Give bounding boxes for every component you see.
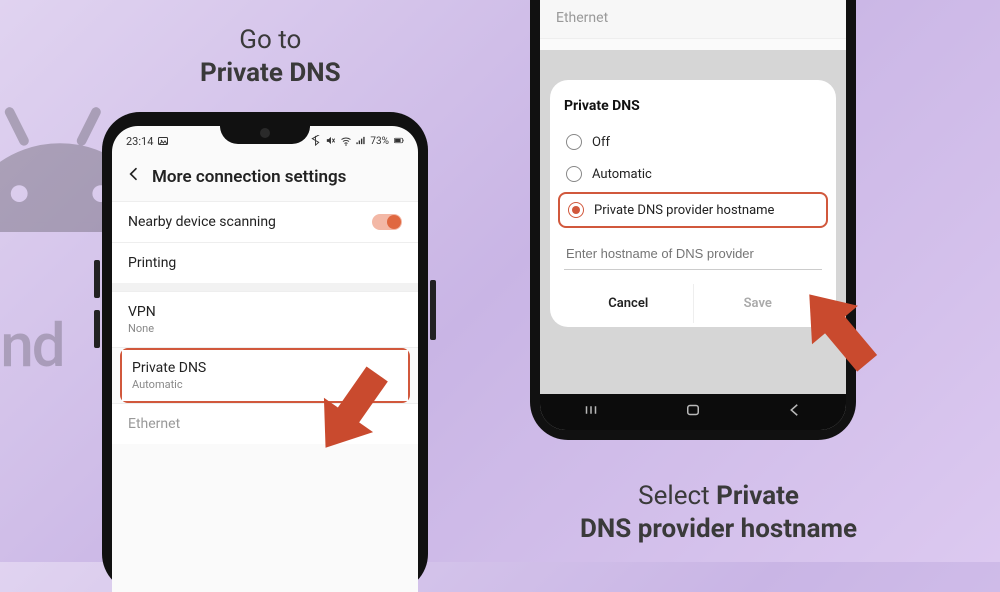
back-icon[interactable] bbox=[126, 166, 142, 187]
battery-icon bbox=[392, 135, 404, 147]
arrow-left bbox=[288, 352, 418, 472]
radio-off-label: Off bbox=[592, 135, 610, 150]
battery-text: 73% bbox=[370, 136, 389, 147]
row-printing-label: Printing bbox=[128, 255, 176, 271]
volume-up-button bbox=[94, 260, 100, 298]
volume-down-button bbox=[94, 310, 100, 348]
radio-off-circle[interactable] bbox=[566, 134, 582, 150]
caption-left-line2: Private DNS bbox=[200, 58, 341, 88]
caption-right-line2: DNS provider hostname bbox=[580, 514, 857, 544]
radio-auto-circle[interactable] bbox=[566, 166, 582, 182]
wifi-icon bbox=[340, 135, 352, 147]
row-vpn-label: VPN bbox=[128, 304, 156, 320]
cancel-button[interactable]: Cancel bbox=[564, 284, 693, 323]
row-vpn-sub: None bbox=[128, 322, 156, 335]
behind-row-ethernet: Ethernet bbox=[540, 0, 846, 39]
power-button bbox=[430, 280, 436, 340]
section-gap bbox=[112, 283, 418, 291]
settings-header: More connection settings bbox=[112, 150, 418, 201]
toggle-nearby[interactable] bbox=[372, 214, 402, 230]
row-private-dns-label: Private DNS bbox=[132, 360, 206, 376]
header-title: More connection settings bbox=[152, 167, 346, 187]
caption-right-line1a: Select bbox=[638, 481, 716, 511]
radio-auto-label: Automatic bbox=[592, 167, 652, 182]
row-vpn[interactable]: VPN None bbox=[112, 291, 418, 347]
nav-recent-icon[interactable] bbox=[582, 401, 600, 423]
radio-auto[interactable]: Automatic bbox=[564, 158, 822, 190]
nav-home-icon[interactable] bbox=[684, 401, 702, 423]
status-time: 23:14 bbox=[126, 135, 153, 148]
row-nearby-label: Nearby device scanning bbox=[128, 214, 276, 230]
android-navbar bbox=[540, 394, 846, 430]
caption-left: Go to Private DNS bbox=[200, 24, 341, 89]
image-icon bbox=[157, 135, 169, 147]
caption-left-line1: Go to bbox=[239, 25, 301, 55]
behind-ethernet-label: Ethernet bbox=[556, 10, 608, 26]
mute-icon bbox=[325, 135, 337, 147]
row-nearby-scanning[interactable]: Nearby device scanning bbox=[112, 201, 418, 242]
row-private-dns-sub: Automatic bbox=[132, 378, 206, 391]
behind-settings-list: Private DNS Automatic Ethernet bbox=[540, 0, 846, 39]
row-printing[interactable]: Printing bbox=[112, 242, 418, 283]
bluetooth-icon bbox=[310, 135, 322, 147]
signal-icon bbox=[355, 135, 367, 147]
dialog-title: Private DNS bbox=[564, 98, 822, 114]
caption-right-bold1: Private bbox=[716, 481, 799, 511]
notch-left bbox=[220, 126, 310, 144]
radio-provider-circle[interactable] bbox=[568, 202, 584, 218]
highlight-provider-option: Private DNS provider hostname bbox=[558, 192, 828, 228]
nav-back-icon[interactable] bbox=[786, 401, 804, 423]
arrow-right bbox=[770, 260, 900, 390]
radio-provider[interactable]: Private DNS provider hostname bbox=[568, 200, 818, 220]
radio-off[interactable]: Off bbox=[564, 126, 822, 158]
android-text-bg: and bbox=[0, 310, 64, 381]
caption-right: Select Private DNS provider hostname bbox=[580, 480, 857, 545]
row-ethernet-label: Ethernet bbox=[128, 416, 180, 432]
radio-provider-label: Private DNS provider hostname bbox=[594, 203, 774, 218]
